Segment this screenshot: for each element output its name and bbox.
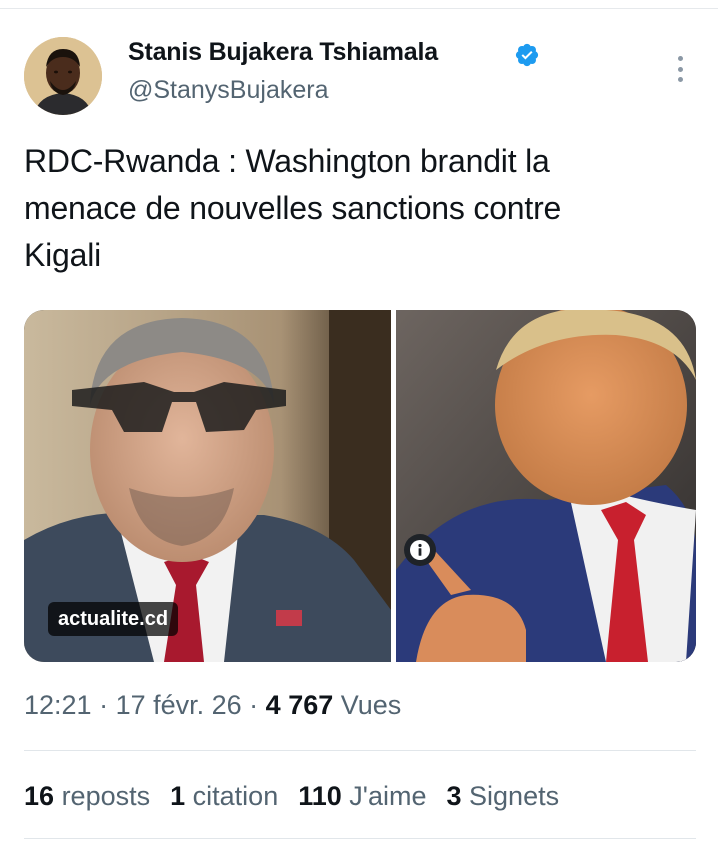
stat-label: J'aime xyxy=(349,781,427,811)
views-label: Vues xyxy=(340,690,402,720)
media-photo-right[interactable] xyxy=(396,310,696,662)
author-handle[interactable]: @StanysBujakera xyxy=(128,76,328,105)
tweet-time[interactable]: 12:21 xyxy=(24,690,92,720)
stat-likes[interactable]: 110 J'aime xyxy=(298,781,426,812)
stat-bookmarks[interactable]: 3 Signets xyxy=(446,781,559,812)
divider xyxy=(24,750,696,751)
divider xyxy=(24,838,696,839)
stat-count: 1 xyxy=(170,781,186,811)
stat-reposts[interactable]: 16 reposts xyxy=(24,781,150,812)
top-divider xyxy=(0,8,718,9)
tweet-meta: 12:21 · 17 févr. 26 · 4 767 Vues xyxy=(24,690,401,721)
more-options-icon[interactable] xyxy=(668,52,692,86)
media-source-badge[interactable]: actualite.cd xyxy=(48,602,179,636)
avatar[interactable] xyxy=(24,37,102,115)
stat-quotes[interactable]: 1 citation xyxy=(170,781,278,812)
meta-separator: · xyxy=(241,690,266,720)
dot xyxy=(677,56,683,61)
tweet-media[interactable]: actualite.cd xyxy=(24,310,696,662)
tweet-text-line: Kigali xyxy=(24,237,102,273)
tweet-text-line: RDC-Rwanda : Washington brandit la xyxy=(24,143,550,179)
verified-badge-icon xyxy=(515,43,539,67)
stat-label: Signets xyxy=(469,781,560,811)
tweet-date[interactable]: 17 févr. 26 xyxy=(116,690,242,720)
stat-count: 3 xyxy=(446,781,462,811)
stat-label: citation xyxy=(192,781,279,811)
author-name[interactable]: Stanis Bujakera Tshiamala xyxy=(128,38,438,67)
stat-count: 16 xyxy=(24,781,55,811)
info-glyph-icon xyxy=(410,540,430,560)
tweet-text-line: menace de nouvelles sanctions contre xyxy=(24,190,562,226)
views-count: 4 767 xyxy=(265,690,334,720)
info-icon[interactable] xyxy=(404,534,436,566)
stat-label: reposts xyxy=(61,781,151,811)
stat-count: 110 xyxy=(298,781,342,811)
dot xyxy=(677,77,683,82)
tweet-text: RDC-Rwanda : Washington brandit la menac… xyxy=(24,138,694,279)
meta-separator: · xyxy=(91,690,116,720)
dot xyxy=(677,66,683,72)
engagement-stats: 16 reposts 1 citation 110 J'aime 3 Signe… xyxy=(24,781,559,812)
